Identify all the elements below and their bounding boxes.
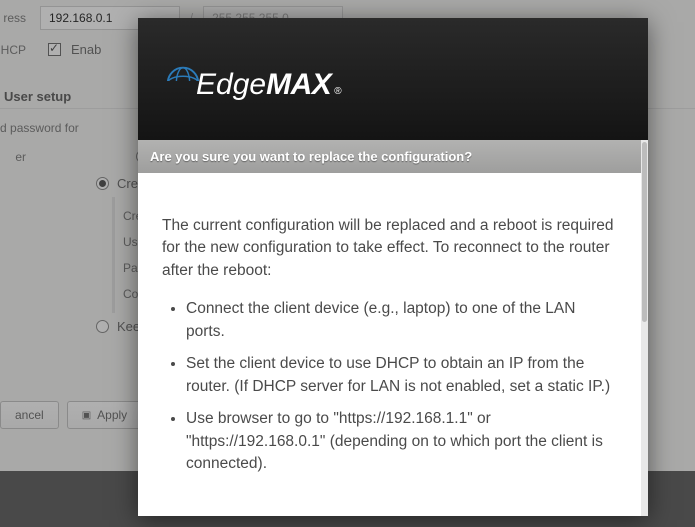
modal-bullet-list: Connect the client device (e.g., laptop)… [162,298,617,475]
list-item: Connect the client device (e.g., laptop)… [186,298,617,343]
modal-header: EdgeMAX® [138,18,648,140]
list-item: Set the client device to use DHCP to obt… [186,353,617,398]
modal-body: The current configuration will be replac… [138,173,641,510]
logo-text-edge: Edge [196,68,266,102]
logo-trademark: ® [334,86,341,97]
scrollbar-track[interactable] [641,140,648,516]
logo-text-max: MAX [266,68,331,102]
edgemax-logo: EdgeMAX® [164,56,342,102]
list-item: Use browser to go to "https://192.168.1.… [186,408,617,475]
scrollbar-thumb[interactable] [642,142,647,322]
globe-icon [164,62,202,100]
confirm-modal: EdgeMAX® Are you sure you want to replac… [138,18,648,516]
modal-paragraph: The current configuration will be replac… [162,215,617,282]
modal-title: Are you sure you want to replace the con… [138,140,641,173]
